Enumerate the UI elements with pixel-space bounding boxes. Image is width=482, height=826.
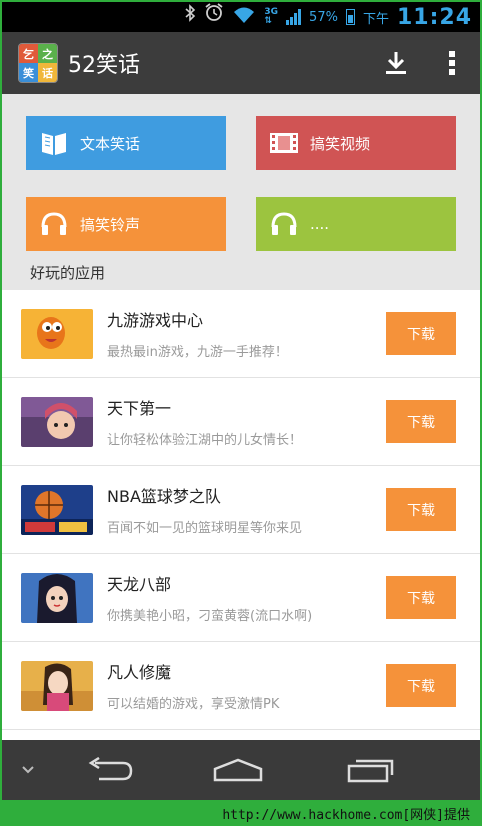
headphones-icon bbox=[268, 208, 300, 240]
recent-apps-icon bbox=[347, 759, 394, 783]
back-icon bbox=[88, 757, 133, 781]
app-description: 可以结婚的游戏，享受激情PK bbox=[107, 697, 280, 712]
tile-more[interactable]: .... bbox=[256, 197, 456, 251]
status-bar: 3G ⇅ 57% 下午 11:24 bbox=[2, 2, 480, 32]
wifi-icon bbox=[232, 6, 256, 28]
tile-label: 搞笑视频 bbox=[310, 134, 371, 153]
app-name: 凡人修魔 bbox=[107, 663, 172, 682]
app-info: 天下第一 让你轻松体验江湖中的儿女情长！ bbox=[107, 395, 386, 448]
app-name: 天下第一 bbox=[107, 399, 172, 418]
action-bar: 乞 之 笑 话 52笑话 bbox=[2, 32, 480, 94]
app-info: NBA篮球梦之队 百闻不如一见的篮球明星等你来见 bbox=[107, 483, 386, 536]
bluetooth-icon bbox=[184, 2, 196, 32]
hide-keyboard-button[interactable] bbox=[2, 740, 54, 800]
app-thumbnail bbox=[21, 572, 93, 623]
app-info: 天龙八部 你携美艳小昭，刁蛮黄蓉(流口水啊) bbox=[107, 571, 386, 624]
section-title: 好玩的应用 bbox=[30, 264, 106, 282]
app-name: 天龙八部 bbox=[107, 575, 172, 594]
list-item[interactable]: NBA篮球梦之队 百闻不如一见的篮球明星等你来见 下载 bbox=[2, 466, 480, 554]
overflow-menu-button[interactable] bbox=[424, 32, 480, 94]
list-item[interactable]: 九游游戏中心 最热最in游戏，九游一手推荐！ 下载 bbox=[2, 290, 480, 378]
list-item[interactable]: 凡人修魔 可以结婚的游戏，享受激情PK 下载 bbox=[2, 642, 480, 730]
logo-char: 乞 bbox=[19, 44, 38, 63]
home-icon bbox=[213, 758, 263, 782]
app-list: 九游游戏中心 最热最in游戏，九游一手推荐！ 下载 天下第一 让你轻松体验江湖中… bbox=[2, 290, 480, 730]
tile-label: 搞笑铃声 bbox=[80, 215, 141, 234]
watermark-text: http://www.hackhome.com[网侠]提供 bbox=[222, 807, 470, 823]
alarm-icon bbox=[204, 2, 224, 32]
headphones-icon bbox=[38, 208, 70, 240]
signal-icon bbox=[286, 9, 302, 25]
logo-char: 话 bbox=[38, 63, 57, 82]
tile-funny-videos[interactable]: 搞笑视频 bbox=[256, 116, 456, 170]
app-description: 你携美艳小昭，刁蛮黄蓉(流口水啊) bbox=[107, 609, 313, 624]
main-content: 文本笑话 搞笑视频 搞笑铃声 .... 好玩的应用 九游游戏中心 最热最in游戏… bbox=[2, 94, 480, 740]
clock-time: 11:24 bbox=[396, 4, 472, 30]
app-name: 九游游戏中心 bbox=[107, 311, 204, 330]
chevron-down-icon bbox=[22, 766, 34, 774]
download-app-button[interactable]: 下载 bbox=[386, 664, 456, 707]
time-ampm: 下午 bbox=[362, 11, 389, 27]
download-app-button[interactable]: 下载 bbox=[386, 488, 456, 531]
home-button[interactable] bbox=[164, 740, 312, 800]
download-app-button[interactable]: 下载 bbox=[386, 400, 456, 443]
data-arrows-icon: ⇅ bbox=[264, 16, 272, 26]
app-info: 九游游戏中心 最热最in游戏，九游一手推荐！ bbox=[107, 307, 386, 360]
app-title: 52笑话 bbox=[68, 53, 140, 78]
app-thumbnail bbox=[21, 660, 93, 711]
navigation-bar bbox=[2, 740, 480, 800]
network-type-indicator: 3G ⇅ bbox=[264, 8, 278, 26]
recent-apps-button[interactable] bbox=[312, 740, 430, 800]
more-vertical-icon bbox=[449, 51, 455, 75]
tile-funny-ringtones[interactable]: 搞笑铃声 bbox=[26, 197, 226, 251]
download-button[interactable] bbox=[368, 32, 424, 94]
battery-icon bbox=[345, 9, 355, 25]
download-app-button[interactable]: 下载 bbox=[386, 576, 456, 619]
list-item[interactable]: 天下第一 让你轻松体验江湖中的儿女情长！ 下载 bbox=[2, 378, 480, 466]
app-thumbnail bbox=[21, 396, 93, 447]
category-tiles: 文本笑话 搞笑视频 搞笑铃声 .... 好玩的应用 bbox=[2, 94, 480, 290]
app-description: 百闻不如一见的篮球明星等你来见 bbox=[107, 521, 303, 536]
tile-text-jokes[interactable]: 文本笑话 bbox=[26, 116, 226, 170]
logo-char: 之 bbox=[38, 44, 57, 63]
tile-label: 文本笑话 bbox=[80, 134, 141, 153]
battery-percent: 57% bbox=[309, 9, 338, 25]
tile-label: .... bbox=[310, 215, 330, 233]
download-icon bbox=[386, 52, 406, 74]
back-button[interactable] bbox=[54, 740, 164, 800]
list-item[interactable]: 天龙八部 你携美艳小昭，刁蛮黄蓉(流口水啊) 下载 bbox=[2, 554, 480, 642]
book-icon bbox=[38, 127, 70, 159]
app-name: NBA篮球梦之队 bbox=[107, 487, 221, 506]
app-description: 最热最in游戏，九游一手推荐！ bbox=[107, 345, 288, 360]
download-app-button[interactable]: 下载 bbox=[386, 312, 456, 355]
app-thumbnail bbox=[21, 484, 93, 535]
watermark-footer: http://www.hackhome.com[网侠]提供 bbox=[0, 800, 482, 826]
app-info: 凡人修魔 可以结婚的游戏，享受激情PK bbox=[107, 659, 386, 712]
device-frame: 3G ⇅ 57% 下午 11:24 乞 之 笑 话 52笑话 文本笑话 搞笑视频… bbox=[0, 0, 482, 826]
film-icon bbox=[268, 127, 300, 159]
logo-char: 笑 bbox=[19, 63, 38, 82]
app-description: 让你轻松体验江湖中的儿女情长！ bbox=[107, 433, 303, 448]
app-thumbnail bbox=[21, 308, 93, 359]
app-logo[interactable]: 乞 之 笑 话 bbox=[18, 43, 58, 83]
